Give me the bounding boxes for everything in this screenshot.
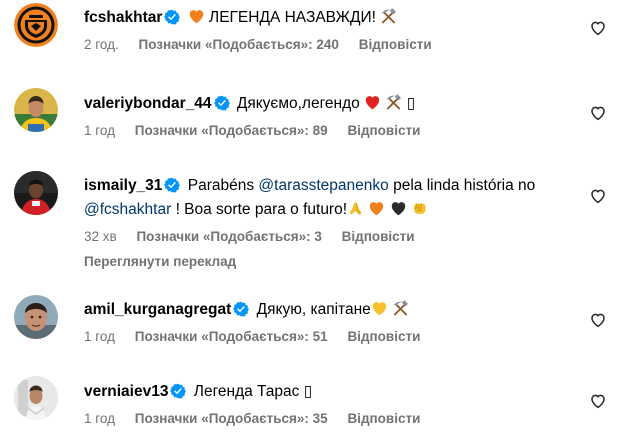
- folded-hands-icon: [347, 200, 364, 217]
- comment-text: Дякую, капітане: [256, 301, 371, 318]
- comment-text-line: fcshakhtar ЛЕГЕНДА НАЗАВЖДИ!: [84, 6, 581, 30]
- avatar[interactable]: [14, 3, 58, 47]
- avatar[interactable]: [14, 88, 58, 132]
- likes-count-link[interactable]: Позначки «Подобається»: 240: [139, 37, 339, 52]
- mention-link[interactable]: @tarasstepanenko: [258, 177, 388, 194]
- reply-button[interactable]: Відповісти: [347, 123, 420, 138]
- reply-button[interactable]: Відповісти: [347, 411, 420, 426]
- reply-button[interactable]: Відповісти: [359, 37, 432, 52]
- comment-time: 1 год: [84, 123, 115, 138]
- likes-count-link[interactable]: Позначки «Подобається»: 35: [135, 411, 328, 426]
- verified-badge-icon: [214, 95, 230, 111]
- comment-meta: 32 хв Позначки «Подобається»: 3 Відповіс…: [84, 228, 581, 246]
- comment-text-line: ismaily_31 Parabéns @tarasstepanenko pel…: [84, 174, 581, 198]
- comments-list: fcshakhtar ЛЕГЕНДА НАЗАВЖДИ! 2 год. Позн…: [0, 0, 621, 446]
- comment-text: pela linda história no: [393, 177, 536, 194]
- comment-meta: 1 год Позначки «Подобається»: 51 Відпові…: [84, 328, 581, 346]
- comment-time: 1 год: [84, 329, 115, 344]
- avatar[interactable]: [14, 376, 58, 420]
- orange-heart-icon: [368, 200, 385, 217]
- comment-text-line: valeriybondar_44 Дякуємо,легендо ▯: [84, 91, 581, 116]
- red-heart-icon: [364, 94, 381, 111]
- comment-text: ЛЕГЕНДА НАЗАВЖДИ!: [209, 9, 376, 26]
- comment-text-line: @fcshakhtar ! Boa sorte para o futuro!: [84, 198, 581, 222]
- verified-badge-icon: [233, 301, 249, 317]
- likes-count-link[interactable]: Позначки «Подобається»: 89: [135, 123, 328, 138]
- comment-meta: 2 год. Позначки «Подобається»: 240 Відпо…: [84, 36, 581, 54]
- unsupported-glyph: ▯: [406, 94, 416, 112]
- comment-text: Легенда Тарас: [193, 383, 300, 400]
- unsupported-glyph: ▯: [303, 382, 313, 400]
- oncoming-fist-icon: [411, 200, 428, 217]
- reply-button[interactable]: Відповісти: [342, 229, 415, 244]
- avatar[interactable]: [14, 295, 58, 339]
- comment-text-line: amil_kurganagregat Дякую, капітане: [84, 298, 581, 322]
- yellow-heart-icon: [371, 300, 388, 317]
- like-heart-icon[interactable]: [589, 311, 607, 329]
- comment-text: Дякуємо,легендо: [236, 95, 360, 112]
- comment-meta: 1 год Позначки «Подобається»: 35 Відпові…: [84, 410, 581, 428]
- username[interactable]: verniaiev13: [84, 383, 168, 400]
- like-heart-icon[interactable]: [589, 19, 607, 37]
- username[interactable]: amil_kurganagregat: [84, 301, 231, 318]
- comment-text-line: verniaiev13 Легенда Тарас ▯: [84, 379, 581, 404]
- hammer-and-pick-icon: [385, 94, 402, 111]
- like-heart-icon[interactable]: [589, 392, 607, 410]
- hammer-and-pick-icon: [392, 300, 409, 317]
- verified-badge-icon: [164, 177, 180, 193]
- comment-time: 2 год.: [84, 37, 119, 52]
- comment-text: ! Boa sorte para o futuro!: [175, 201, 348, 218]
- black-heart-icon: [390, 200, 407, 217]
- likes-count-link[interactable]: Позначки «Подобається»: 3: [136, 229, 321, 244]
- likes-count-link[interactable]: Позначки «Подобається»: 51: [135, 329, 328, 344]
- comment-time: 32 хв: [84, 229, 117, 244]
- comment-meta: 1 год Позначки «Подобається»: 89 Відпові…: [84, 122, 581, 140]
- username[interactable]: valeriybondar_44: [84, 95, 212, 112]
- comment-time: 1 год: [84, 411, 115, 426]
- avatar[interactable]: [14, 171, 58, 215]
- hammer-and-pick-icon: [380, 8, 397, 25]
- verified-badge-icon: [170, 383, 186, 399]
- comment-text: Parabéns: [187, 177, 255, 194]
- verified-badge-icon: [164, 9, 180, 25]
- see-translation-button[interactable]: Переглянути переклад: [84, 254, 581, 269]
- mention-link[interactable]: @fcshakhtar: [84, 201, 171, 218]
- username[interactable]: fcshakhtar: [84, 9, 162, 26]
- reply-button[interactable]: Відповісти: [347, 329, 420, 344]
- like-heart-icon[interactable]: [589, 187, 607, 205]
- username[interactable]: ismaily_31: [84, 177, 162, 194]
- like-heart-icon[interactable]: [589, 104, 607, 122]
- orange-heart-icon: [188, 8, 205, 25]
